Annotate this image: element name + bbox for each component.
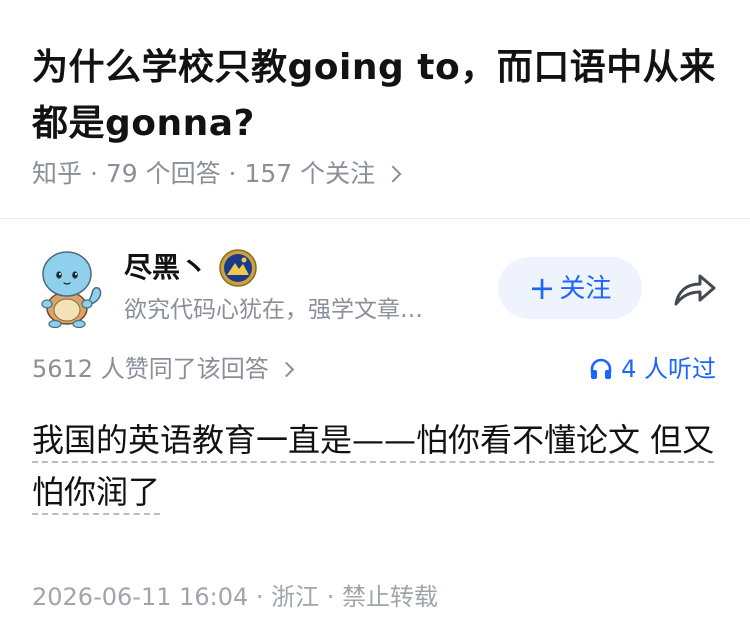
avatar[interactable] bbox=[33, 248, 105, 328]
chevron-right-icon bbox=[278, 361, 294, 377]
upvote-count[interactable]: 5612 人赞同了该回答 bbox=[32, 352, 294, 386]
author-name[interactable]: 尽黑丶 bbox=[124, 250, 208, 286]
answer-text: 我国的英语教育一直是——怕你看不懂论文 但又怕你润了 bbox=[32, 421, 715, 515]
answer-footer: 2026-06-11 16:04 · 浙江 · 禁止转载 bbox=[32, 583, 439, 611]
plus-icon: + bbox=[528, 269, 556, 307]
achievement-badge-icon[interactable] bbox=[218, 248, 258, 288]
share-arrow-icon[interactable] bbox=[670, 264, 720, 312]
question-header: 为什么学校只教going to，而口语中从来都是gonna? 知乎 · 79 个… bbox=[0, 0, 750, 218]
question-meta[interactable]: 知乎 · 79 个回答 · 157 个关注 bbox=[32, 157, 402, 191]
author-bio: 欲究代码心犹在，强学文章… bbox=[124, 297, 423, 323]
section-divider bbox=[0, 218, 750, 219]
listen-count-text: 4 人听过 bbox=[621, 355, 716, 383]
stats-row: 5612 人赞同了该回答 4 人听过 bbox=[32, 352, 720, 386]
headphones-icon bbox=[590, 358, 612, 379]
listen-count[interactable]: 4 人听过 bbox=[589, 352, 716, 386]
question-meta-text: 知乎 · 79 个回答 · 157 个关注 bbox=[32, 159, 376, 188]
follow-label: 关注 bbox=[559, 274, 612, 304]
question-title[interactable]: 为什么学校只教going to，而口语中从来都是gonna? bbox=[32, 40, 722, 152]
upvote-count-text: 5612 人赞同了该回答 bbox=[32, 355, 269, 383]
follow-button[interactable]: + 关注 bbox=[498, 257, 642, 319]
author-row: 尽黑丶 欲究代码心犹在，强学文章… + 关注 bbox=[0, 240, 750, 336]
answer-content[interactable]: 我国的英语教育一直是——怕你看不懂论文 但又怕你润了 bbox=[32, 414, 722, 518]
chevron-right-icon bbox=[384, 165, 402, 183]
